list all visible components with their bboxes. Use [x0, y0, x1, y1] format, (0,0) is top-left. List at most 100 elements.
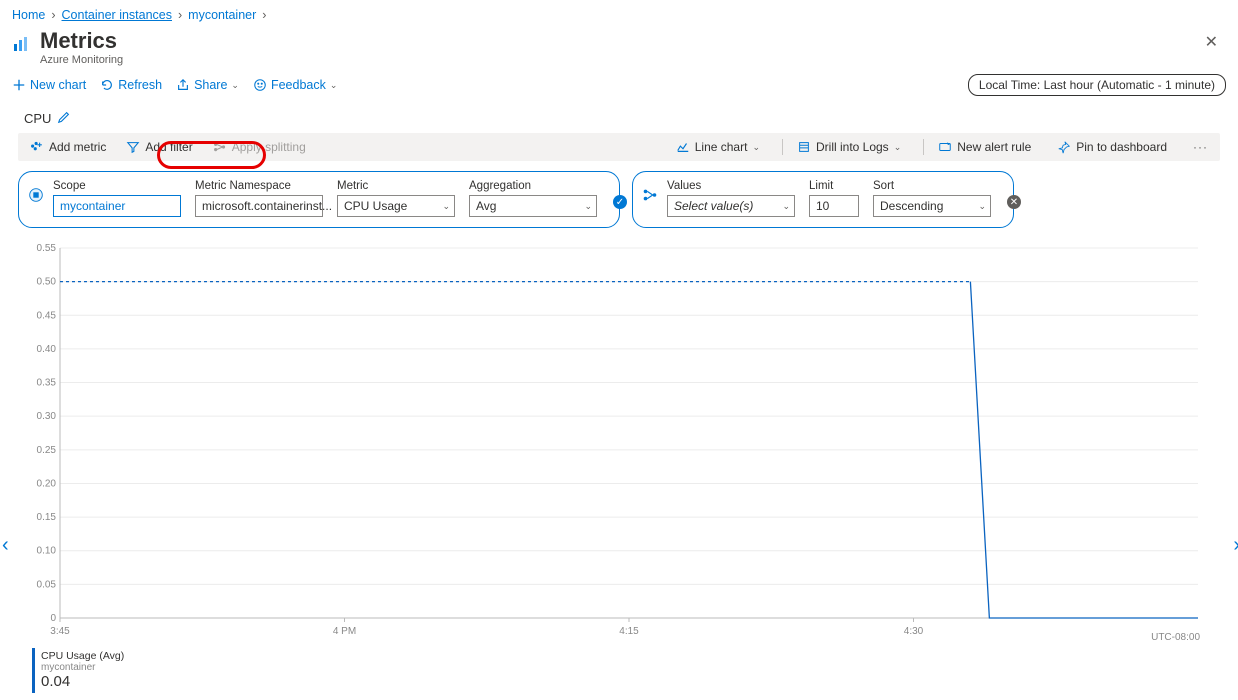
values-value: Select value(s) [674, 199, 753, 213]
close-button[interactable]: ✕ [1197, 28, 1226, 56]
svg-text:0.55: 0.55 [37, 243, 57, 254]
page-subtitle: Azure Monitoring [40, 54, 123, 66]
time-range-selector[interactable]: Local Time: Last hour (Automatic - 1 min… [968, 74, 1226, 96]
remove-split-button[interactable]: ✕ [1007, 195, 1021, 209]
feedback-label: Feedback [271, 78, 326, 92]
limit-value: 10 [816, 199, 829, 213]
legend-card[interactable]: CPU Usage (Avg) mycontainer 0.04 [32, 648, 130, 693]
namespace-selector[interactable]: microsoft.containerinst...⌄ [195, 195, 323, 217]
refresh-button[interactable]: Refresh [100, 78, 162, 92]
chart-toolbar: Add metric Add filter Apply splitting Li… [18, 133, 1220, 161]
aggregation-selector[interactable]: Avg⌄ [469, 195, 597, 217]
add-metric-label: Add metric [49, 140, 106, 154]
limit-input[interactable]: 10 [809, 195, 859, 217]
aggregation-label: Aggregation [469, 180, 597, 192]
chart-area: 00.050.100.150.200.250.300.350.400.450.5… [32, 242, 1220, 642]
metrics-icon [12, 34, 32, 54]
chevron-down-icon: ⌄ [752, 142, 760, 153]
chevron-down-icon: ⌄ [330, 80, 338, 91]
chevron-down-icon: ⌄ [231, 80, 239, 91]
svg-text:0.50: 0.50 [37, 277, 57, 288]
new-alert-label: New alert rule [957, 140, 1031, 154]
sort-value: Descending [880, 199, 943, 213]
svg-text:0.10: 0.10 [37, 546, 57, 557]
new-alert-button[interactable]: New alert rule [932, 137, 1037, 157]
line-chart-icon [676, 140, 690, 154]
share-label: Share [194, 78, 227, 92]
svg-text:0.30: 0.30 [37, 412, 57, 423]
svg-text:0.35: 0.35 [37, 378, 57, 389]
svg-text:4:15: 4:15 [619, 626, 639, 637]
breadcrumb-container-instances[interactable]: Container instances [62, 8, 172, 22]
sort-selector[interactable]: Descending ⌄ [873, 195, 991, 217]
svg-text:UTC-08:00: UTC-08:00 [1151, 632, 1200, 642]
logs-icon [797, 140, 811, 154]
pin-label: Pin to dashboard [1076, 140, 1167, 154]
svg-text:3:45: 3:45 [50, 626, 70, 637]
chart-type-label: Line chart [695, 140, 748, 154]
refresh-label: Refresh [118, 78, 162, 92]
svg-text:0.05: 0.05 [37, 580, 57, 591]
pin-icon [1057, 140, 1071, 154]
metric-resource-icon [27, 186, 45, 204]
add-filter-button[interactable]: Add filter [120, 137, 198, 157]
metric-label: Metric [337, 180, 455, 192]
namespace-label: Metric Namespace [195, 180, 323, 192]
apply-splitting-button[interactable]: Apply splitting [207, 137, 312, 157]
chart-type-selector[interactable]: Line chart ⌄ [670, 137, 766, 157]
breadcrumb-current[interactable]: mycontainer [188, 8, 256, 22]
legend-series-name: CPU Usage (Avg) [41, 650, 124, 662]
svg-text:0.40: 0.40 [37, 344, 57, 355]
drill-logs-button[interactable]: Drill into Logs ⌄ [791, 137, 907, 157]
legend-value: 0.04 [41, 673, 124, 690]
values-label: Values [667, 180, 795, 192]
metric-value: CPU Usage [344, 199, 407, 213]
sort-label: Sort [873, 180, 991, 192]
breadcrumb-home[interactable]: Home [12, 8, 45, 22]
split-group-icon [641, 186, 659, 204]
scatter-plus-icon [30, 140, 44, 154]
chevron-down-icon: ⌄ [442, 201, 450, 212]
values-selector[interactable]: Select value(s) ⌄ [667, 195, 795, 217]
apply-splitting-label: Apply splitting [232, 140, 306, 154]
filter-icon [126, 140, 140, 154]
chevron-down-icon: ⌄ [782, 201, 790, 212]
drill-logs-label: Drill into Logs [816, 140, 889, 154]
line-chart[interactable]: 00.050.100.150.200.250.300.350.400.450.5… [32, 242, 1202, 642]
prev-chart-button[interactable]: ‹ [2, 534, 9, 557]
metric-config-row: Scope mycontainer Metric Namespace micro… [18, 171, 1220, 228]
metric-selector[interactable]: CPU Usage ⌄ [337, 195, 455, 217]
add-filter-label: Add filter [145, 140, 192, 154]
metric-selector-group: Scope mycontainer Metric Namespace micro… [18, 171, 620, 228]
divider [782, 139, 783, 155]
split-icon [213, 140, 227, 154]
command-bar: New chart Refresh Share ⌄ Feedback ⌄ Loc… [0, 70, 1238, 104]
limit-label: Limit [809, 180, 859, 192]
svg-text:0: 0 [50, 613, 56, 624]
page-title: Metrics [40, 28, 123, 54]
scope-selector[interactable]: mycontainer [53, 195, 181, 217]
svg-text:0.20: 0.20 [37, 479, 57, 490]
add-metric-button[interactable]: Add metric [24, 137, 112, 157]
more-options-button[interactable]: ··· [1187, 140, 1214, 154]
refresh-icon [100, 78, 114, 92]
metric-valid-badge: ✓ [613, 195, 627, 209]
share-button[interactable]: Share ⌄ [176, 78, 239, 92]
split-selector-group: Values Select value(s) ⌄ Limit 10 Sort De… [632, 171, 1014, 228]
edit-chart-name-button[interactable] [57, 110, 71, 127]
svg-text:0.25: 0.25 [37, 445, 57, 456]
svg-text:0.15: 0.15 [37, 512, 57, 523]
pin-dashboard-button[interactable]: Pin to dashboard [1051, 137, 1173, 157]
scope-value: mycontainer [60, 199, 125, 213]
chevron-right-icon: › [51, 8, 55, 22]
chevron-down-icon: ⌄ [978, 201, 986, 212]
feedback-button[interactable]: Feedback ⌄ [253, 78, 337, 92]
new-chart-button[interactable]: New chart [12, 78, 86, 92]
svg-text:4 PM: 4 PM [333, 626, 356, 637]
chart-name: CPU [24, 111, 51, 126]
chevron-right-icon: › [262, 8, 266, 22]
smiley-icon [253, 78, 267, 92]
chevron-down-icon: ⌄ [894, 142, 902, 153]
next-chart-button[interactable]: › [1233, 534, 1238, 557]
chevron-right-icon: › [178, 8, 182, 22]
